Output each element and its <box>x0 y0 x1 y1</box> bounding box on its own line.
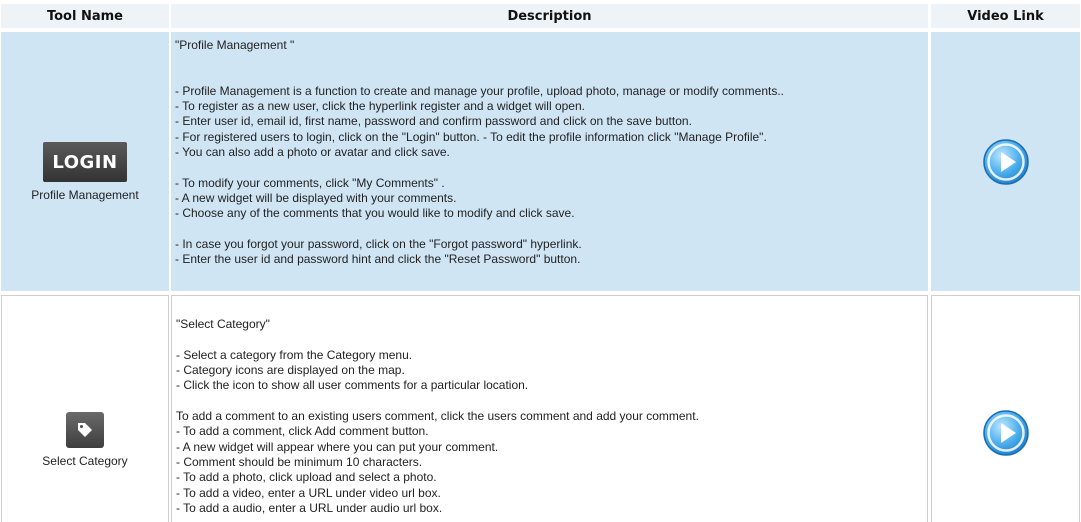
description-line: - Comment should be minimum 10 character… <box>176 454 423 469</box>
description-line: - Enter the user id and password hint an… <box>175 252 581 267</box>
description-line: To add a comment to an existing users co… <box>176 409 699 424</box>
description-line: - Enter user id, email id, first name, p… <box>175 114 692 129</box>
description-line: - To add a photo, click upload and selec… <box>176 470 437 485</box>
tag-icon <box>66 412 104 448</box>
description-line: - Select a category from the Category me… <box>176 347 413 362</box>
description-line: - In case you forgot your password, clic… <box>175 236 582 251</box>
description-line: - A new widget will appear where you can… <box>176 439 499 454</box>
description-line: - Click the icon to show all user commen… <box>176 378 529 393</box>
play-icon[interactable] <box>981 137 1031 187</box>
video-cell-select-category <box>931 295 1080 522</box>
description-text: "Select Category" - Select a category fro… <box>176 302 921 516</box>
tool-name-label: Profile Management <box>31 188 139 202</box>
description-line: - Category icons are displayed on the ma… <box>176 363 405 378</box>
description-line: - To modify your comments, click "My Com… <box>175 175 445 190</box>
description-line: - A new widget will be displayed with yo… <box>175 190 457 205</box>
play-icon[interactable] <box>981 408 1031 458</box>
tools-table: Tool Name Description Video Link LOGIN P… <box>0 0 1081 522</box>
tool-name-label: Select Category <box>42 454 128 468</box>
description-line: "Select Category" <box>176 317 270 332</box>
description-text: "Profile Management " - Profile Managemen… <box>175 38 922 267</box>
tool-cell-profile-management: LOGIN Profile Management <box>1 32 169 291</box>
description-cell-profile-management: "Profile Management " - Profile Managemen… <box>171 32 928 291</box>
description-line: - To register as a new user, click the h… <box>175 99 585 114</box>
header-tool-name: Tool Name <box>1 4 169 28</box>
description-cell-select-category: "Select Category" - Select a category fro… <box>171 295 928 522</box>
description-line: - For registered users to login, click o… <box>175 129 767 144</box>
description-line: "Profile Management " <box>175 38 295 52</box>
login-icon: LOGIN <box>43 142 127 182</box>
header-video-link: Video Link <box>931 4 1080 28</box>
description-line: - You can also add a photo or avatar and… <box>175 145 450 160</box>
header-description: Description <box>171 4 928 28</box>
description-line: - Choose any of the comments that you wo… <box>175 206 575 221</box>
description-line: - Profile Management is a function to cr… <box>175 83 784 98</box>
description-line: - To add a video, enter a URL under vide… <box>176 485 441 500</box>
tool-cell-select-category: Select Category <box>1 295 169 522</box>
description-line: - To add a audio, enter a URL under audi… <box>176 500 443 515</box>
description-line: - To add a comment, click Add comment bu… <box>176 424 429 439</box>
video-cell-profile-management <box>931 32 1080 291</box>
